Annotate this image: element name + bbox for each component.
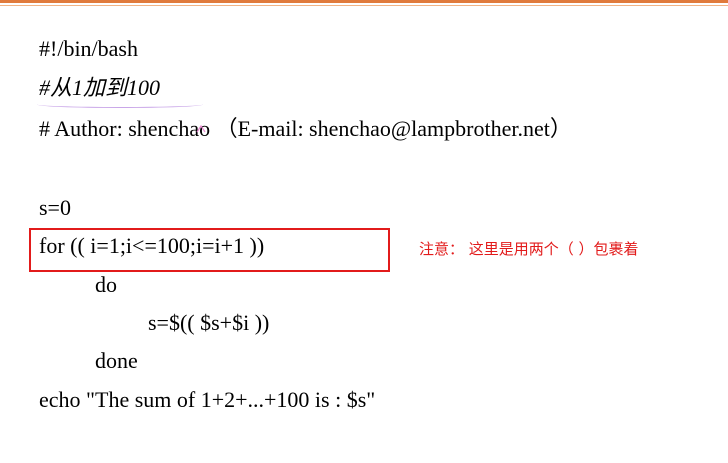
code-line-do: do — [95, 272, 117, 297]
header-rule-thin — [0, 5, 728, 6]
annotation-note: 注意： 这里是用两个（ ）包裹着 — [419, 240, 639, 258]
comment-underline — [37, 101, 203, 108]
for-loop-highlight-box — [29, 228, 390, 272]
code-line-sum: s=$(( $s+$i )) — [148, 310, 270, 335]
code-line-done: done — [95, 348, 138, 373]
header-rule — [0, 0, 728, 3]
code-line-shebang: #!/bin/bash — [39, 36, 138, 61]
code-line-echo: echo "The sum of 1+2+...+100 is : $s" — [39, 387, 376, 412]
code-line-author: # Author: shenchao （E-mail: shenchao@lam… — [39, 116, 572, 141]
cursor-mark-icon — [196, 124, 206, 133]
code-line-comment: #从1加到100 — [39, 75, 161, 100]
code-line-init: s=0 — [39, 195, 71, 220]
